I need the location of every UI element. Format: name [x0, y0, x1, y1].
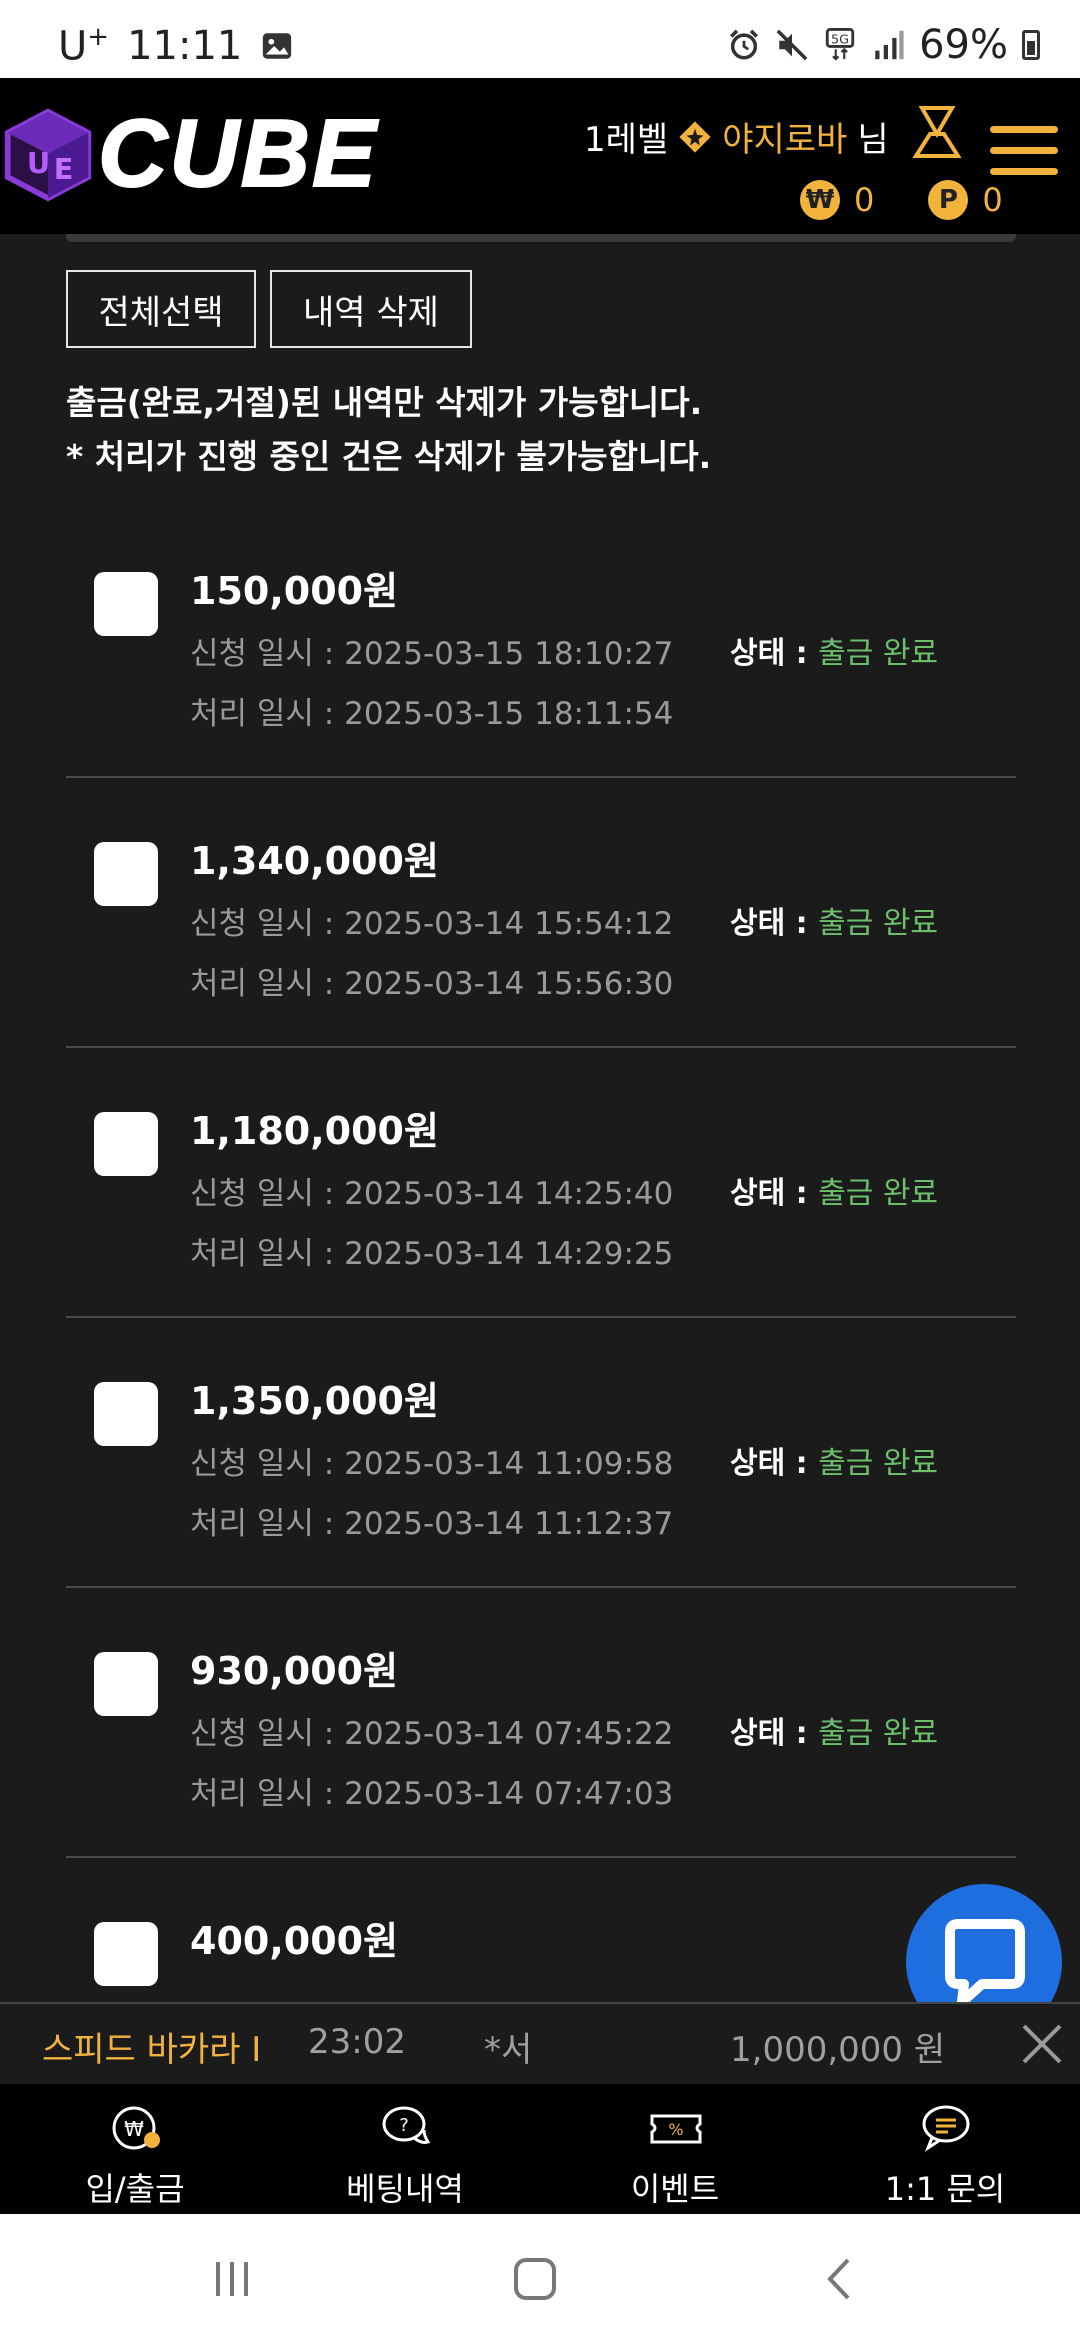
user-level: 1레벨 [584, 120, 669, 160]
item-request-date: 신청 일시 : 2025-03-14 15:54:12 [190, 906, 674, 942]
mute-icon [776, 29, 808, 61]
item-status: 상태 : 출금 완료 [730, 1446, 939, 1481]
item-process-date: 처리 일시 : 2025-03-15 18:11:54 [190, 696, 674, 732]
item-amount: 1,340,000원 [190, 839, 439, 883]
select-all-button[interactable]: 전체선택 [66, 270, 256, 348]
item-process-date: 처리 일시 : 2025-03-14 15:56:30 [190, 966, 674, 1002]
cube-logo-icon: U E [4, 108, 92, 202]
system-nav-bar [0, 2214, 1080, 2340]
list-item: 1,340,000원 신청 일시 : 2025-03-14 15:54:12 처… [66, 780, 1016, 1048]
nav-label: 입/출금 [85, 2170, 185, 2208]
site-logo[interactable]: U E CUBE [0, 104, 378, 204]
nav-deposit-withdraw[interactable]: ₩ 입/출금 [0, 2084, 270, 2214]
item-checkbox[interactable] [94, 1922, 158, 1986]
item-status: 상태 : 출금 완료 [730, 1716, 939, 1751]
nav-event[interactable]: % 이벤트 [540, 2084, 810, 2214]
list-item: 400,000원 [66, 1860, 1016, 2004]
item-amount: 400,000원 [190, 1919, 399, 1963]
alarm-icon [730, 29, 759, 60]
signal-icon [875, 30, 904, 60]
list-item: 930,000원 신청 일시 : 2025-03-14 07:45:22 처리 … [66, 1590, 1016, 1858]
medal-icon[interactable] [912, 104, 962, 160]
item-checkbox[interactable] [94, 1112, 158, 1176]
nav-inquiry[interactable]: 1:1 문의 [810, 2084, 1080, 2214]
honorific: 님 [857, 120, 889, 160]
hamburger-menu-icon[interactable] [990, 126, 1058, 182]
svg-text:%: % [668, 2120, 683, 2139]
point-balance: 0 [982, 181, 1003, 219]
item-checkbox[interactable] [94, 1382, 158, 1446]
notice-line-2: * 처리가 진행 중인 건은 삭제가 불가능합니다. [66, 437, 712, 476]
item-checkbox[interactable] [94, 1652, 158, 1716]
close-icon[interactable] [1018, 2020, 1066, 2068]
nav-betting-history[interactable]: ? 베팅내역 [270, 2084, 540, 2214]
battery-icon [1022, 30, 1040, 60]
list-item: 1,350,000원 신청 일시 : 2025-03-14 11:09:58 처… [66, 1320, 1016, 1588]
battery-percent: 69% [919, 22, 1008, 68]
item-process-date: 처리 일시 : 2025-03-14 14:29:25 [190, 1236, 674, 1272]
item-amount: 150,000원 [190, 569, 399, 613]
delete-notice: 출금(완료,거절)된 내역만 삭제가 가능합니다. * 처리가 진행 중인 건은… [66, 376, 711, 484]
home-icon[interactable] [510, 2254, 560, 2304]
ticker-time: 23:02 [308, 2022, 406, 2062]
recent-win-ticker: 스피드 바카라 I 23:02 *서 1,000,000 원 [0, 2002, 1080, 2084]
level-badge-icon [679, 120, 711, 153]
5g-icon: 5G [825, 28, 855, 61]
clock: 11:11 [127, 22, 243, 69]
item-amount: 1,180,000원 [190, 1109, 439, 1153]
carrier-label: U+ [58, 22, 110, 70]
item-checkbox[interactable] [94, 842, 158, 906]
user-info: 1레벨 야지로바 님 [584, 112, 889, 161]
username[interactable]: 야지로바 [722, 112, 847, 161]
ticker-amount: 1,000,000 원 [730, 2030, 946, 2070]
point-coin-icon: P [928, 180, 969, 220]
site-header: U E CUBE 1레벨 야지로바 님 ₩ 0 P 0 [0, 78, 1080, 234]
nav-label: 이벤트 [630, 2170, 720, 2208]
logo-text: CUBE [97, 100, 379, 207]
ticker-user: *서 [484, 2030, 533, 2070]
svg-text:U: U [27, 146, 50, 180]
nav-label: 1:1 문의 [884, 2170, 1006, 2208]
item-status: 상태 : 출금 완료 [730, 906, 939, 941]
withdrawal-history: 전체선택 내역 삭제 출금(완료,거절)된 내역만 삭제가 가능합니다. * 처… [0, 234, 1080, 2004]
nav-label: 베팅내역 [346, 2170, 464, 2208]
item-status: 상태 : 출금 완료 [730, 1176, 939, 1211]
balances: ₩ 0 P 0 [800, 180, 1003, 220]
money-balance: 0 [854, 181, 875, 219]
inquiry-chat-icon [922, 2105, 970, 2152]
delete-history-button[interactable]: 내역 삭제 [270, 270, 472, 348]
image-icon [263, 32, 292, 59]
back-icon[interactable] [816, 2254, 866, 2304]
svg-text:?: ? [399, 2115, 409, 2136]
svg-text:5G: 5G [831, 33, 849, 48]
status-bar: U+ 11:11 5G 69% [0, 0, 1080, 78]
item-request-date: 신청 일시 : 2025-03-15 18:10:27 [190, 636, 674, 672]
notice-line-1: 출금(완료,거절)된 내역만 삭제가 가능합니다. [66, 383, 703, 422]
ticker-game: 스피드 바카라 I [42, 2030, 262, 2070]
bottom-nav: ₩ 입/출금 ? 베팅내역 % 이벤트 1:1 문의 [0, 2084, 1080, 2214]
svg-text:E: E [54, 152, 74, 186]
item-process-date: 처리 일시 : 2025-03-14 11:12:37 [190, 1506, 674, 1542]
item-status: 상태 : 출금 완료 [730, 636, 939, 671]
item-request-date: 신청 일시 : 2025-03-14 07:45:22 [190, 1716, 674, 1752]
list-item: 150,000원 신청 일시 : 2025-03-15 18:10:27 처리 … [66, 510, 1016, 778]
svg-text:₩: ₩ [124, 2117, 144, 2141]
recent-apps-icon[interactable] [208, 2254, 258, 2304]
item-amount: 1,350,000원 [190, 1379, 439, 1423]
item-request-date: 신청 일시 : 2025-03-14 11:09:58 [190, 1446, 674, 1482]
item-amount: 930,000원 [190, 1649, 399, 1693]
item-request-date: 신청 일시 : 2025-03-14 14:25:40 [190, 1176, 674, 1212]
item-checkbox[interactable] [94, 572, 158, 636]
betting-history-icon: ? [382, 2106, 431, 2144]
item-process-date: 처리 일시 : 2025-03-14 07:47:03 [190, 1776, 674, 1812]
list-item: 1,180,000원 신청 일시 : 2025-03-14 14:25:40 처… [66, 1050, 1016, 1318]
event-ticket-icon: % [650, 2114, 702, 2144]
money-coin-icon: ₩ [800, 180, 840, 220]
deposit-withdraw-icon: ₩ [112, 2106, 160, 2150]
